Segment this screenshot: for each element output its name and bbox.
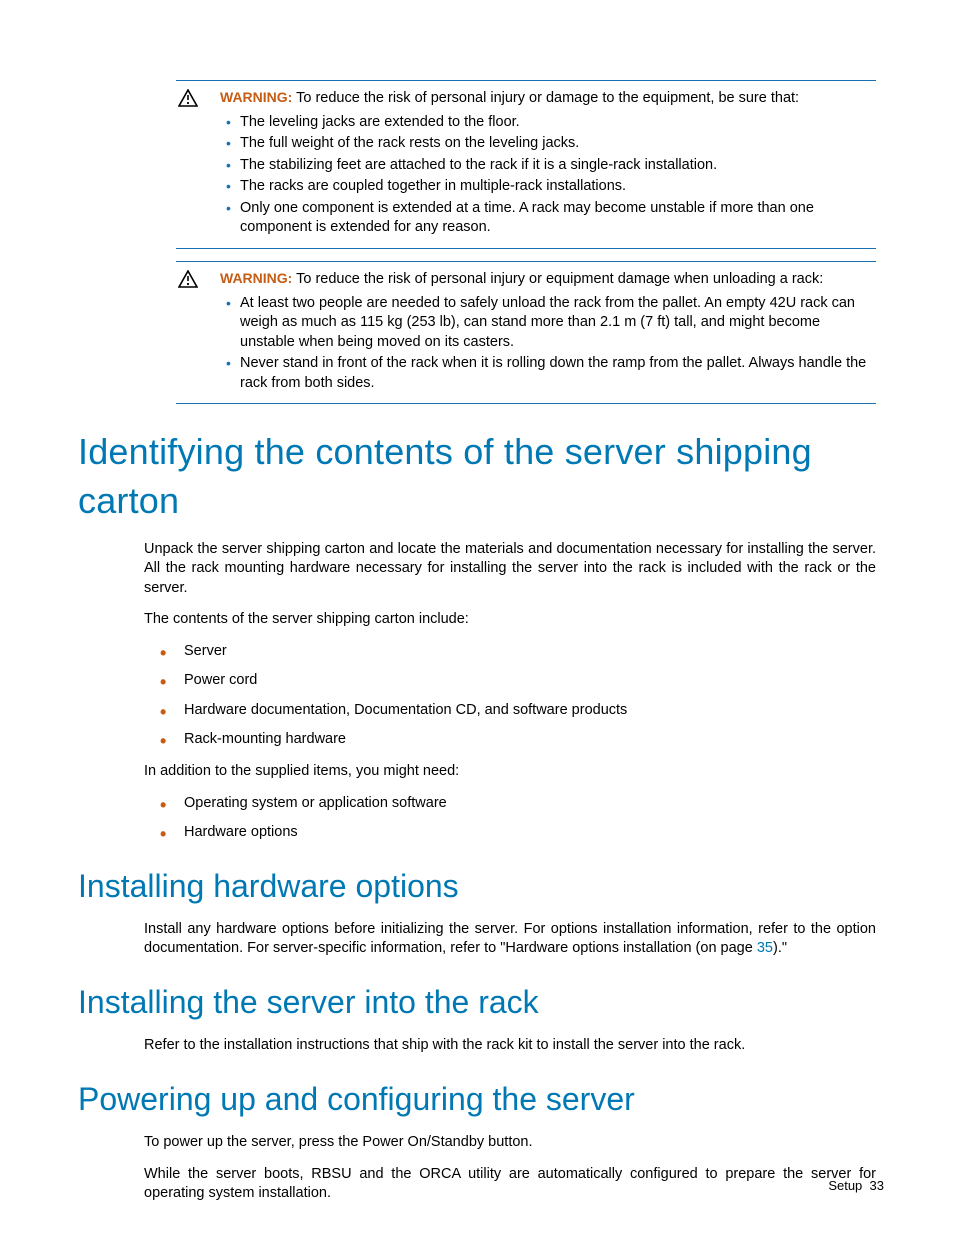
page-link-35[interactable]: 35 bbox=[757, 940, 773, 956]
footer-page-number: 33 bbox=[870, 1178, 884, 1193]
heading-installing-hardware: Installing hardware options bbox=[78, 865, 876, 908]
paragraph: While the server boots, RBSU and the ORC… bbox=[144, 1165, 876, 1204]
paragraph: In addition to the supplied items, you m… bbox=[144, 762, 876, 782]
list-item: Power cord bbox=[144, 671, 876, 691]
heading-identifying-contents: Identifying the contents of the server s… bbox=[78, 428, 876, 525]
list-item: Never stand in front of the rack when it… bbox=[220, 354, 876, 393]
list-item: Rack-mounting hardware bbox=[144, 730, 876, 750]
list-item: The racks are coupled together in multip… bbox=[220, 177, 876, 197]
list-item: The leveling jacks are extended to the f… bbox=[220, 113, 876, 133]
paragraph: Unpack the server shipping carton and lo… bbox=[144, 540, 876, 599]
list-item: At least two people are needed to safely… bbox=[220, 294, 876, 353]
warning-label: WARNING: bbox=[220, 270, 292, 286]
paragraph: Install any hardware options before init… bbox=[144, 920, 876, 959]
list-item: The stabilizing feet are attached to the… bbox=[220, 156, 876, 176]
list-item: Operating system or application software bbox=[144, 794, 876, 814]
text: )." bbox=[773, 940, 787, 956]
heading-powering-up: Powering up and configuring the server bbox=[78, 1078, 876, 1121]
list-item: Only one component is extended at a time… bbox=[220, 199, 876, 238]
list-item: Hardware documentation, Documentation CD… bbox=[144, 701, 876, 721]
paragraph: To power up the server, press the Power … bbox=[144, 1133, 876, 1153]
paragraph: Refer to the installation instructions t… bbox=[144, 1036, 876, 1056]
warning-icon bbox=[176, 269, 220, 288]
warning-intro: To reduce the risk of personal injury or… bbox=[296, 90, 799, 106]
warning-list: The leveling jacks are extended to the f… bbox=[220, 113, 876, 238]
list-item: Server bbox=[144, 642, 876, 662]
warning-label: WARNING: bbox=[220, 89, 292, 105]
warning-icon bbox=[176, 88, 220, 107]
paragraph: The contents of the server shipping cart… bbox=[144, 610, 876, 630]
addition-list: Operating system or application software… bbox=[144, 794, 876, 843]
list-item: Hardware options bbox=[144, 823, 876, 843]
contents-list: Server Power cord Hardware documentation… bbox=[144, 642, 876, 750]
warning-box-1: WARNING: To reduce the risk of personal … bbox=[176, 80, 876, 249]
page-footer: Setup 33 bbox=[828, 1177, 884, 1195]
warning-list: At least two people are needed to safely… bbox=[220, 294, 876, 394]
warning-box-2: WARNING: To reduce the risk of personal … bbox=[176, 261, 876, 404]
list-item: The full weight of the rack rests on the… bbox=[220, 134, 876, 154]
footer-section: Setup bbox=[828, 1178, 862, 1193]
heading-installing-rack: Installing the server into the rack bbox=[78, 981, 876, 1024]
warning-intro: To reduce the risk of personal injury or… bbox=[296, 271, 823, 287]
